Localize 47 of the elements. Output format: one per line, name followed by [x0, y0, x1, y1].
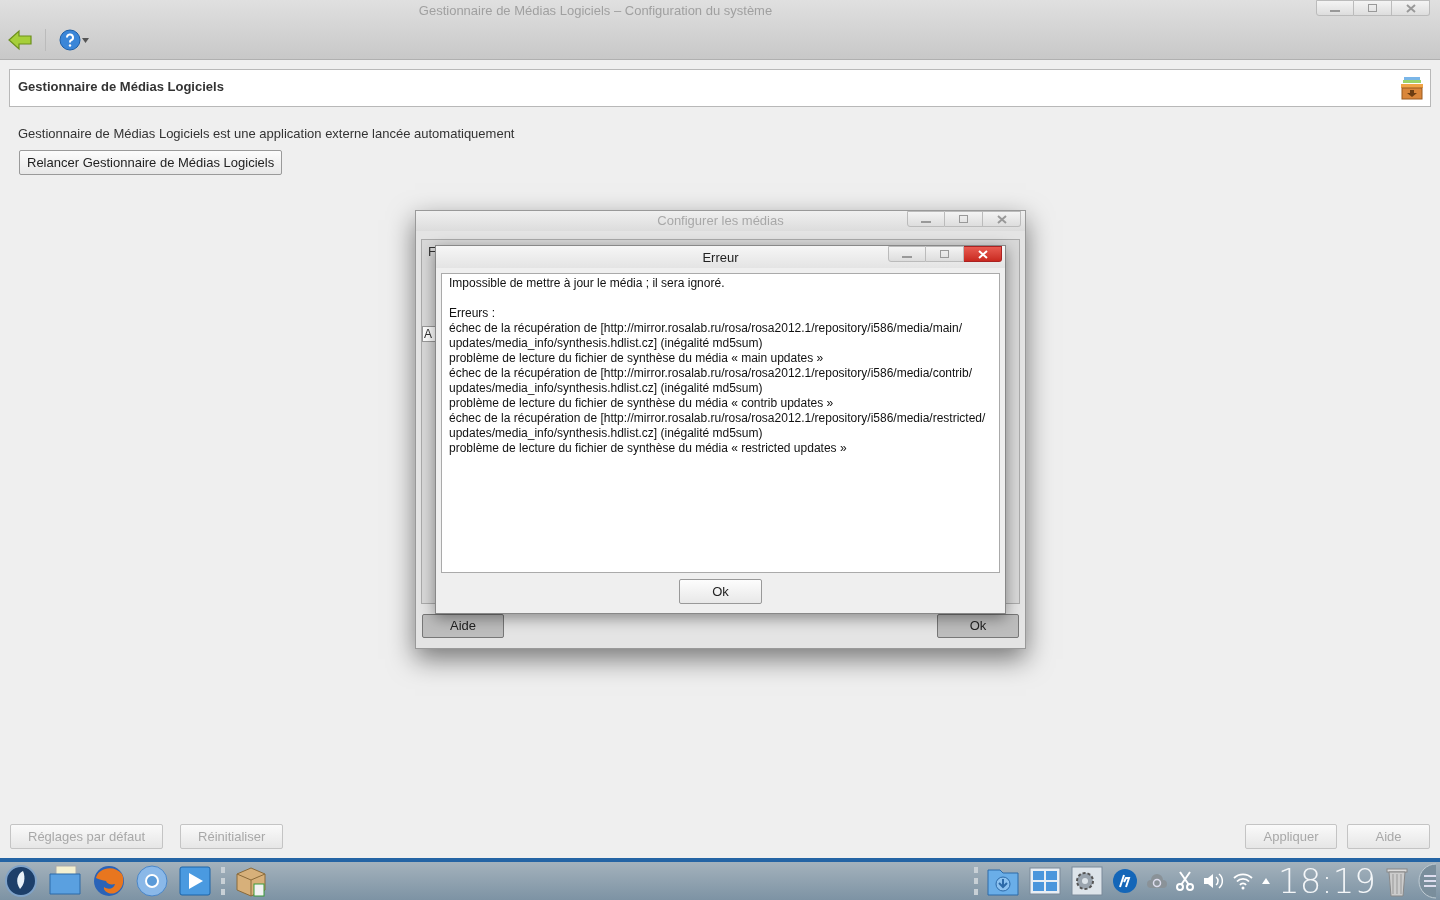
- dialog-title: Configurer les médias: [657, 212, 784, 231]
- wifi-icon[interactable]: [1232, 872, 1254, 890]
- gears-icon[interactable]: [1070, 864, 1104, 898]
- error-message: échec de la récupération de [http://mirror.rosalab.ru/rosa/rosa2012.1/repository/i586/media/restricted/updates/media_info/synthesis.hdlist.cz] (inégalité md5sum): [449, 411, 987, 441]
- errors-heading: Erreurs :: [449, 306, 496, 321]
- relaunch-button[interactable]: Relancer Gestionnaire de Médias Logiciels: [19, 149, 283, 175]
- window-title: Gestionnaire de Médias Logiciels – Configuration du système: [418, 2, 773, 20]
- folder-icon[interactable]: [47, 864, 83, 898]
- caret-icon: [82, 37, 89, 43]
- package-installer-icon[interactable]: [234, 864, 268, 898]
- close-icon: [996, 214, 1007, 224]
- error-message: problème de lecture du fichier de synthèse du média « contrib updates »: [449, 396, 835, 411]
- dialog-button[interactable]: Ok: [937, 614, 1019, 638]
- close-icon: [977, 249, 988, 259]
- launcher-icon[interactable]: [4, 864, 38, 898]
- dialog-button[interactable]: Aide: [422, 614, 504, 638]
- minimize-button[interactable]: [888, 246, 926, 262]
- media-player-icon[interactable]: [178, 864, 212, 898]
- close-button[interactable]: [964, 246, 1002, 262]
- error-message: problème de lecture du fichier de synthèse du média « main updates »: [449, 351, 825, 366]
- volume-icon[interactable]: [1202, 871, 1224, 891]
- back-arrow-icon[interactable]: [8, 29, 32, 51]
- window-grid-icon[interactable]: [1028, 864, 1062, 898]
- browser-globe-icon[interactable]: [92, 864, 126, 898]
- error-message: problème de lecture du fichier de synthèse du média « restricted updates »: [449, 441, 848, 456]
- trash-icon[interactable]: [1384, 865, 1410, 897]
- scissors-icon[interactable]: [1176, 871, 1194, 891]
- help-menu-button[interactable]: [59, 29, 89, 51]
- maximize-button[interactable]: [1354, 0, 1392, 16]
- error-summary: Impossible de mettre à jour le média ; il sera ignoré.: [449, 276, 726, 291]
- header-title: Gestionnaire de Médias Logiciels: [18, 78, 224, 96]
- menu-text: F: [428, 243, 436, 261]
- menu-icon[interactable]: [1418, 863, 1436, 899]
- error-title: Erreur: [702, 249, 739, 268]
- maximize-button[interactable]: [945, 211, 983, 227]
- expand-tray-icon[interactable]: [1262, 878, 1270, 884]
- sync-cloud-icon[interactable]: [1146, 872, 1168, 890]
- error-message: échec de la récupération de [http://mirror.rosalab.ru/rosa/rosa2012.1/repository/i586/media/main/updates/media_info/synthesis.hdlist.cz] (inégalité md5sum): [449, 321, 964, 351]
- info-text: Gestionnaire de Médias Logiciels est une application externe lancée automatiquement: [18, 125, 516, 143]
- clock[interactable]: 18:19: [1278, 864, 1376, 898]
- error-message: échec de la récupération de [http://mirror.rosalab.ru/rosa/rosa2012.1/repository/i586/media/contrib/updates/media_info/synthesis.hdlist.cz] (inégalité md5sum): [449, 366, 974, 396]
- package-box-icon: [1400, 76, 1424, 100]
- minimize-button[interactable]: [1316, 0, 1354, 16]
- column-header: A: [424, 325, 432, 343]
- ok-button[interactable]: Ok: [679, 579, 762, 604]
- close-icon: [1405, 3, 1416, 13]
- minimize-button[interactable]: [907, 211, 945, 227]
